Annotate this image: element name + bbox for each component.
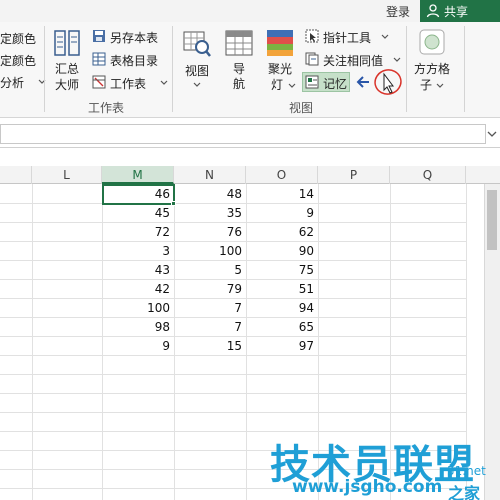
cell-o9[interactable]: 97: [246, 337, 318, 356]
cell-n7[interactable]: 7: [174, 299, 246, 318]
summary-label-1: 汇总: [54, 62, 79, 76]
cell-o8[interactable]: 65: [246, 318, 318, 337]
cell-m9[interactable]: 9: [102, 337, 174, 356]
column-header-row: L M N O P Q: [0, 166, 500, 184]
grid-hline: [0, 393, 466, 394]
cell-n5[interactable]: 5: [174, 261, 246, 280]
column-header-q[interactable]: Q: [390, 166, 466, 184]
grid-icon: [225, 30, 253, 56]
cell-m3[interactable]: 72: [102, 223, 174, 242]
square-grid-label-2: 子: [419, 78, 432, 92]
summary-icon: [54, 30, 80, 56]
cell-m1[interactable]: 46: [102, 185, 174, 204]
ribbon-separator: [44, 26, 45, 112]
group-label-worksheet: 工作表: [88, 101, 125, 115]
cell-o1[interactable]: 14: [246, 185, 318, 204]
column-header-p[interactable]: P: [318, 166, 390, 184]
share-button[interactable]: 共享: [420, 0, 500, 22]
ribbon-separator: [464, 26, 465, 112]
pointer-tool-label: 指针工具: [323, 31, 372, 45]
cell-n6[interactable]: 79: [174, 280, 246, 299]
chevron-down-icon: [381, 34, 389, 39]
cell-o4[interactable]: 90: [246, 242, 318, 261]
ribbon-item-color-1[interactable]: 定颜色: [0, 30, 36, 47]
chevron-down-icon: [436, 83, 444, 88]
cell-o5[interactable]: 75: [246, 261, 318, 280]
save-sheet-label: 另存本表: [110, 31, 159, 45]
title-bar: 登录 共享: [0, 0, 500, 22]
fill-handle[interactable]: [171, 201, 176, 206]
grid-hline: [0, 374, 466, 375]
memory-label: 记忆: [323, 77, 348, 91]
worksheet-icon: [92, 75, 106, 89]
square-grid-icon: [419, 29, 445, 55]
chevron-down-icon: [393, 57, 401, 62]
pointer-icon: [305, 29, 319, 43]
annotation-circle-icon: [374, 69, 402, 95]
person-icon: [426, 4, 440, 18]
cell-o7[interactable]: 94: [246, 299, 318, 318]
cell-m4[interactable]: 3: [102, 242, 174, 261]
column-header-o[interactable]: O: [246, 166, 318, 184]
cell-n1[interactable]: 48: [174, 185, 246, 204]
ribbon-item-color-2[interactable]: 定颜色: [0, 52, 36, 69]
follow-icon: [305, 52, 319, 66]
formula-input[interactable]: [0, 124, 486, 144]
cell-n4[interactable]: 100: [174, 242, 246, 261]
cell-o3[interactable]: 62: [246, 223, 318, 242]
cell-m5[interactable]: 43: [102, 261, 174, 280]
ribbon-item-analyze[interactable]: 分析: [0, 74, 24, 91]
view-label: 视图: [184, 64, 209, 78]
cell-m2[interactable]: 45: [102, 204, 174, 223]
save-icon: [93, 30, 105, 42]
spotlight-label-2: 灯: [270, 78, 283, 92]
cell-o6[interactable]: 51: [246, 280, 318, 299]
worksheet-label: 工作表: [110, 77, 147, 91]
login-link[interactable]: 登录: [386, 3, 410, 20]
group-label-view: 视图: [289, 101, 314, 115]
cell-o2[interactable]: 9: [246, 204, 318, 223]
memory-icon: [305, 75, 319, 89]
sheet-directory-label: 表格目录: [110, 54, 159, 68]
ribbon-separator: [172, 26, 173, 112]
cell-m6[interactable]: 42: [102, 280, 174, 299]
grid-hline: [0, 412, 466, 413]
watermark-net: 51.net: [447, 464, 486, 478]
watermark-home: 之家: [448, 484, 481, 500]
column-header-partial[interactable]: [0, 166, 32, 184]
vertical-scrollbar-thumb[interactable]: [487, 190, 497, 250]
chevron-down-icon[interactable]: [486, 128, 498, 140]
cell-n2[interactable]: 35: [174, 204, 246, 223]
cell-m7[interactable]: 100: [102, 299, 174, 318]
chevron-down-icon: [160, 80, 168, 85]
sheet-top-gap: [0, 148, 500, 166]
spotlight-label-1: 聚光: [267, 62, 292, 76]
chevron-down-icon: [288, 83, 296, 88]
arrow-left-icon: [356, 76, 369, 88]
watermark-url: www.jsgho.com: [292, 477, 443, 497]
cell-n3[interactable]: 76: [174, 223, 246, 242]
navigate-label: 导航: [232, 62, 245, 91]
spotlight-icon: [267, 30, 293, 56]
magnifier-grid-icon: [183, 31, 211, 57]
square-grid-label-1: 方方格: [413, 62, 450, 76]
table-icon: [92, 52, 106, 66]
grid-vline: [32, 184, 33, 500]
column-header-n[interactable]: N: [174, 166, 246, 184]
summary-label-2: 大师: [54, 78, 79, 92]
column-header-l[interactable]: L: [32, 166, 102, 184]
ribbon: 定颜色 定颜色 分析 汇总 大师 另存本表 表格目录 工作表 工作表 视图 导航…: [0, 22, 500, 118]
share-label: 共享: [444, 4, 469, 19]
ribbon-separator: [406, 26, 407, 112]
chevron-down-icon: [193, 82, 201, 87]
cell-m8[interactable]: 98: [102, 318, 174, 337]
cell-n8[interactable]: 7: [174, 318, 246, 337]
cell-n9[interactable]: 15: [174, 337, 246, 356]
column-header-m[interactable]: M: [102, 166, 174, 184]
